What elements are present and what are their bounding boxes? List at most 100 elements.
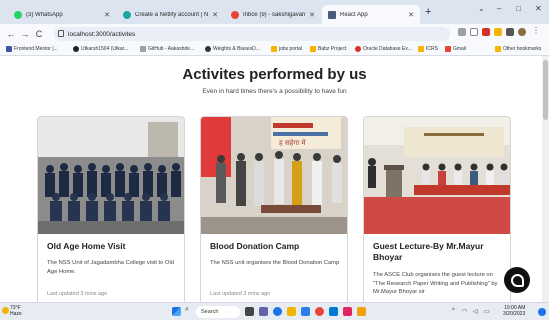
- reload-button[interactable]: C: [32, 29, 46, 39]
- bookmark-label: Weights & BiasesD...: [213, 46, 260, 52]
- new-tab-button[interactable]: +: [425, 6, 431, 18]
- bookmark-label: jobs portal: [279, 46, 303, 52]
- close-tab-icon[interactable]: ✕: [408, 11, 414, 19]
- taskbar-search[interactable]: Search: [196, 306, 240, 318]
- close-tab-icon[interactable]: ✕: [104, 11, 110, 19]
- bookmark-item[interactable]: Oracle Database Ex...: [355, 46, 412, 52]
- oracle-icon: [355, 46, 361, 52]
- back-button[interactable]: ←: [4, 29, 18, 39]
- notification-icon[interactable]: [538, 308, 546, 316]
- tab-label: (3) WhatsApp: [26, 11, 63, 18]
- page-content: Activites performed by us Even in hard t…: [0, 56, 549, 302]
- edge-icon[interactable]: [273, 307, 282, 316]
- chat-button[interactable]: [504, 267, 530, 293]
- weather-widget[interactable]: 73°F Haze: [10, 305, 22, 317]
- share-icon[interactable]: [458, 28, 466, 36]
- bookmark-item[interactable]: Other bookmarks: [495, 46, 541, 52]
- tab-gmail[interactable]: Inbox (9) - sakshigavande0402@... ✕: [225, 5, 321, 24]
- folder-icon: [495, 46, 501, 52]
- card-title: Old Age Home Visit: [47, 241, 126, 251]
- forward-button[interactable]: →: [18, 29, 32, 39]
- tab-label: React App: [340, 11, 368, 18]
- github-icon: [73, 46, 79, 52]
- blood-donation-photo: ह सहेगा मे: [201, 117, 347, 234]
- activity-card: Guest Lecture-By Mr.Mayur Bhoyar The ASC…: [363, 116, 511, 302]
- taskbar-clock[interactable]: 10:00 AM 3/20/2023: [503, 305, 525, 317]
- app-icon[interactable]: [357, 307, 366, 316]
- battery-icon[interactable]: ▭: [484, 308, 490, 315]
- windows-start-icon[interactable]: [172, 307, 181, 316]
- chevron-down-icon[interactable]: ⌄: [478, 4, 485, 13]
- more-menu-icon[interactable]: ⋮: [532, 26, 540, 35]
- maximize-button[interactable]: □: [516, 4, 521, 13]
- bookmark-label: Gmail: [453, 46, 467, 52]
- bookmark-icon: [205, 46, 211, 52]
- tab-netlify[interactable]: Create a Netlify account | Netlify ✕: [117, 5, 224, 24]
- card-text: The ASCE Club organises the guest lectur…: [373, 272, 498, 295]
- card-updated: Last updated 3 mins ago: [47, 291, 108, 297]
- star-icon[interactable]: [470, 28, 478, 36]
- file-explorer-icon[interactable]: [287, 307, 296, 316]
- card-text: The NSS unit organises the Blood Donatio…: [210, 260, 340, 266]
- bookmark-item[interactable]: Utkarsh1504 (Utkar...: [73, 46, 128, 52]
- folder-icon: [418, 46, 424, 52]
- puzzle-icon[interactable]: [506, 28, 514, 36]
- bookmark-item[interactable]: ICRS: [418, 46, 438, 52]
- taskbar: 73°F Haze ⌕ Search ^ ◠ ◁ ▭ 10:00 AM 3/20…: [0, 302, 549, 320]
- gmail-icon: [445, 46, 451, 52]
- bookmark-icon: [6, 46, 12, 52]
- teams-icon[interactable]: [259, 307, 268, 316]
- folder-icon: [271, 46, 277, 52]
- old-age-home-photo: [38, 117, 184, 234]
- card-updated: Last updated 3 mins ago: [210, 291, 271, 297]
- bookmark-item[interactable]: Babz Project: [310, 46, 346, 52]
- tab-label: Create a Netlify account | Netlify: [135, 11, 209, 18]
- scrollbar-thumb[interactable]: [543, 60, 548, 120]
- bookmark-item[interactable]: Weights & BiasesD...: [205, 46, 260, 52]
- wifi-icon[interactable]: ◠: [462, 308, 467, 315]
- extension-icon[interactable]: [482, 28, 490, 36]
- weather-sun-icon: [2, 307, 9, 314]
- volume-icon[interactable]: ◁: [473, 308, 478, 315]
- address-bar[interactable]: localhost:3000/activites: [54, 27, 450, 41]
- gmail-icon: [231, 10, 239, 19]
- bookmarks-bar: Frontend Mentor |... Utkarsh1504 (Utkar.…: [0, 44, 549, 56]
- bookmark-label: Frontend Mentor |...: [14, 46, 58, 52]
- chevron-up-icon[interactable]: ^: [452, 308, 455, 314]
- app-icon[interactable]: [343, 307, 352, 316]
- activity-card: ह सहेगा मे Blood Donation Camp The NSS u…: [200, 116, 348, 302]
- activity-card: Old Age Home Visit The NSS Unit of Jagad…: [37, 116, 185, 302]
- card-title: Guest Lecture-By Mr.Mayur Bhoyar: [373, 241, 484, 262]
- bookmark-item[interactable]: Frontend Mentor |...: [6, 46, 58, 52]
- minimize-button[interactable]: –: [497, 4, 501, 13]
- react-app-icon: [328, 10, 336, 19]
- info-icon[interactable]: [58, 30, 64, 37]
- bookmark-label: ICRS: [426, 46, 438, 52]
- whatsapp-icon: [14, 10, 22, 19]
- vscode-icon[interactable]: [329, 307, 338, 316]
- bookmark-label: Babz Project: [318, 46, 347, 52]
- bookmark-item[interactable]: GitHub - Aakashde...: [140, 46, 194, 52]
- clock-date: 3/20/2023: [503, 311, 526, 317]
- search-icon[interactable]: ⌕: [185, 306, 194, 315]
- bookmark-label: GitHub - Aakashde...: [148, 46, 195, 52]
- extension-icon[interactable]: [494, 28, 502, 36]
- banner-text: ह सहेगा मे: [279, 138, 306, 147]
- tab-whatsapp[interactable]: (3) WhatsApp ✕: [8, 5, 116, 24]
- close-window-button[interactable]: ✕: [535, 4, 542, 13]
- netlify-icon: [123, 10, 131, 19]
- bookmark-item[interactable]: jobs portal: [271, 46, 302, 52]
- close-tab-icon[interactable]: ✕: [309, 11, 315, 19]
- bookmark-label: Utkarsh1504 (Utkar...: [81, 46, 129, 52]
- avatar[interactable]: [518, 28, 526, 36]
- task-view-icon[interactable]: [245, 307, 254, 316]
- guest-lecture-photo: [364, 117, 510, 234]
- bookmark-icon: [140, 46, 146, 52]
- chrome-icon[interactable]: [315, 307, 324, 316]
- bookmark-item[interactable]: Gmail: [445, 46, 466, 52]
- store-icon[interactable]: [301, 307, 310, 316]
- bookmark-label: Oracle Database Ex...: [363, 46, 412, 52]
- tab-react-app[interactable]: React App ✕: [322, 5, 420, 24]
- url-text: localhost:3000/activites: [68, 30, 136, 38]
- close-tab-icon[interactable]: ✕: [212, 11, 218, 19]
